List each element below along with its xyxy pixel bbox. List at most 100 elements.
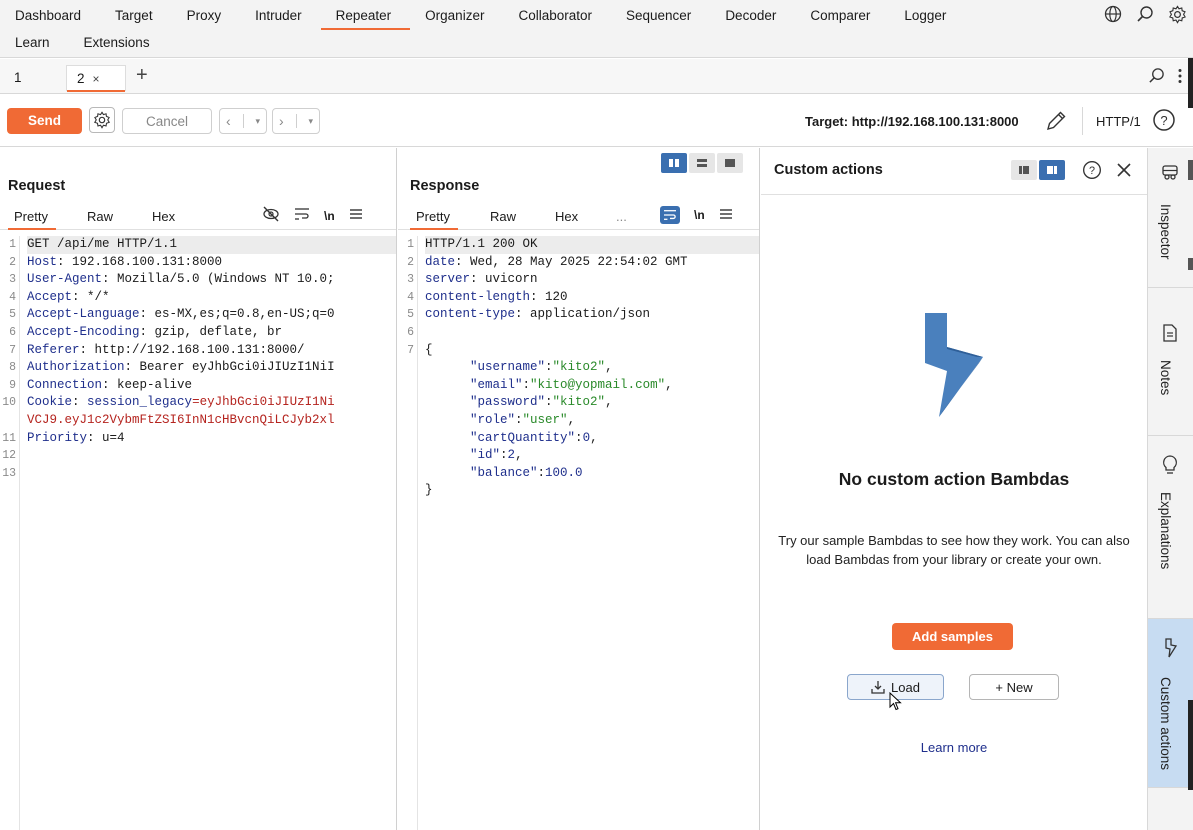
chevron-right-icon: › (278, 113, 284, 129)
add-samples-button[interactable]: Add samples (892, 623, 1013, 650)
wrap-lines-icon[interactable] (660, 206, 680, 224)
wrap-lines-icon[interactable] (294, 207, 310, 224)
tab-hex[interactable]: Hex (152, 209, 175, 224)
layout-side-by-side-icon[interactable] (661, 153, 687, 173)
custom-actions-title: Custom actions (774, 162, 883, 178)
empty-state-heading: No custom action Bambdas (838, 469, 1070, 489)
layout-tabs-icon[interactable] (717, 153, 743, 173)
nav-tab-collaborator[interactable]: Collaborator (503, 3, 611, 29)
more-options-icon[interactable] (1177, 68, 1183, 87)
line-text: "cartQuantity":0, (470, 430, 598, 445)
edit-target-icon[interactable] (1045, 110, 1067, 135)
chevron-left-icon: ‹ (225, 113, 231, 129)
line-number: 11 (2, 431, 16, 445)
line-number: 9 (9, 378, 16, 392)
learn-more-link[interactable]: Learn more (761, 740, 1147, 755)
download-icon (871, 681, 885, 694)
panel-layout-b-icon[interactable] (1039, 160, 1065, 180)
newline-icon[interactable]: \n (324, 209, 335, 223)
layout-stacked-icon[interactable] (689, 153, 715, 173)
add-tab-button[interactable]: + (136, 64, 148, 87)
panel-layout-a-icon[interactable] (1011, 160, 1037, 180)
send-button[interactable]: Send (7, 108, 82, 134)
protocol-selector[interactable]: HTTP/1 (1096, 114, 1141, 129)
cancel-button[interactable]: Cancel (122, 108, 212, 134)
line-number: 7 (9, 343, 16, 357)
tab-raw[interactable]: Raw (490, 209, 516, 224)
history-back-button[interactable]: ‹ ▾ (219, 108, 267, 134)
code-line: 10 Cookie: session_legacy=eyJhbGci0iJIUzI… (0, 394, 396, 412)
repeater-tab-2[interactable]: 2 × (66, 65, 126, 92)
close-icon[interactable] (1116, 162, 1132, 181)
repeater-tab-1[interactable]: 1 (4, 65, 32, 91)
line-text: User-Agent: Mozilla/5.0 (Windows NT 10.0… (27, 272, 335, 287)
nav-tab-target[interactable]: Target (100, 3, 172, 29)
nav-tab-sequencer[interactable]: Sequencer (611, 3, 710, 29)
line-text: date: Wed, 28 May 2025 22:54:02 GMT (425, 254, 688, 269)
code-line: 6 (398, 324, 759, 342)
nav-tab-proxy[interactable]: Proxy (172, 3, 241, 29)
globe-icon[interactable] (1103, 4, 1123, 24)
request-editor[interactable]: 1 GET /api/me HTTP/1.1 2 Host: 192.168.100.… (0, 236, 396, 830)
code-line: "password":"kito2", (398, 394, 759, 412)
tab-pretty[interactable]: Pretty (8, 209, 56, 230)
menu-icon[interactable] (349, 208, 363, 223)
line-number: 5 (407, 308, 414, 322)
line-text: "role":"user", (470, 412, 576, 427)
tab-hex[interactable]: Hex (555, 209, 578, 224)
request-toolbar: Send Cancel ‹ ▾ › ▾ Target: http://192.168… (0, 95, 1193, 147)
history-forward-button[interactable]: › ▾ (272, 108, 320, 134)
line-number: 4 (407, 290, 414, 304)
request-editor-tabs: Pretty Raw Hex \n (0, 204, 396, 230)
code-line: VCJ9.eyJ1c2VybmFtZSI6InN1cHBvcnQiLCJyb2x… (0, 412, 396, 430)
close-icon[interactable]: × (93, 72, 100, 86)
line-number: 2 (407, 255, 414, 269)
menu-icon[interactable] (719, 208, 733, 223)
search-icon[interactable] (1148, 67, 1165, 87)
send-settings-button[interactable] (89, 107, 115, 133)
nav-tab-logger[interactable]: Logger (889, 3, 965, 29)
response-editor[interactable]: 1 HTTP/1.1 200 OK 2 date: Wed, 28 May 2025 … (398, 236, 759, 830)
nav-tab-comparer[interactable]: Comparer (795, 3, 889, 29)
help-icon[interactable]: ? (1152, 108, 1176, 135)
nav-tab-dashboard[interactable]: Dashboard (0, 3, 100, 29)
nav-tab-repeater[interactable]: Repeater (320, 3, 411, 30)
line-text: server: uvicorn (425, 272, 538, 287)
nav-tab-learn[interactable]: Learn (0, 30, 69, 56)
help-icon[interactable]: ? (1082, 160, 1102, 183)
line-text: GET /api/me HTTP/1.1 (27, 236, 396, 254)
code-line: "email":"kito@yopmail.com", (398, 377, 759, 395)
code-line: "username":"kito2", (398, 359, 759, 377)
sidebar-item-inspector[interactable]: Inspector (1148, 148, 1193, 288)
tab-more[interactable]: ... (616, 209, 627, 224)
nav-tab-organizer[interactable]: Organizer (410, 3, 503, 29)
nav-tab-extensions[interactable]: Extensions (69, 30, 169, 56)
newline-icon[interactable]: \n (694, 208, 705, 222)
line-number: 3 (407, 273, 414, 287)
sidebar-item-explanations[interactable]: Explanations (1148, 436, 1193, 619)
svg-text:?: ? (1089, 165, 1095, 177)
target-label: Target: http://192.168.100.131:8000 (805, 114, 1019, 129)
new-button[interactable]: + New (969, 674, 1059, 700)
tab-raw[interactable]: Raw (87, 209, 113, 224)
notes-icon (1160, 323, 1180, 346)
sidebar-item-notes[interactable]: Notes (1148, 288, 1193, 436)
nav-icons (1103, 4, 1187, 24)
nav-tab-decoder[interactable]: Decoder (710, 3, 795, 29)
line-number: 1 (9, 238, 16, 251)
line-text: "balance":100.0 (470, 465, 583, 480)
line-text: "id":2, (470, 448, 523, 463)
nav-tab-intruder[interactable]: Intruder (240, 3, 321, 29)
lightbulb-icon (1160, 454, 1180, 479)
sidebar-item-custom-actions[interactable]: Custom actions (1148, 619, 1193, 788)
line-text: content-length: 120 (425, 289, 568, 304)
top-nav: Dashboard Target Proxy Intruder Repeater Orga… (0, 0, 1193, 58)
line-text: content-type: application/json (425, 307, 651, 322)
hide-nonprintable-icon[interactable] (262, 206, 280, 225)
search-icon[interactable] (1135, 4, 1155, 24)
tab-pretty[interactable]: Pretty (410, 209, 458, 230)
settings-icon[interactable] (1167, 4, 1187, 24)
line-number: 5 (9, 308, 16, 322)
line-text: Cookie: session_legacy=eyJhbGci0iJIUzI1N… (27, 395, 335, 410)
chevron-down-icon: ▾ (255, 115, 260, 126)
